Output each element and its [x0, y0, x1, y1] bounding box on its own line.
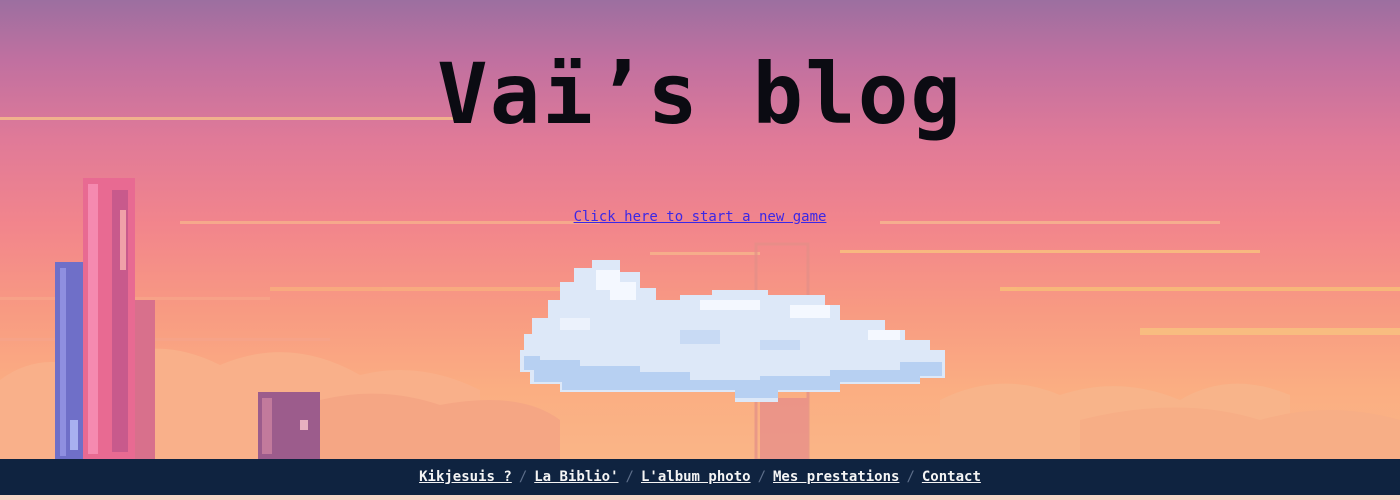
site-title: Vaï’s blog: [437, 45, 963, 143]
nav-separator-glyph: /: [518, 469, 528, 485]
nav-item-contact: Contact: [922, 469, 981, 485]
nav-item-album-photo: L'album photo: [641, 469, 751, 485]
nav-separator: /: [619, 469, 641, 485]
bottom-navbar: Kikjesuis ? / La Biblio' / L'album photo…: [0, 459, 1400, 495]
nav-link-la-biblio[interactable]: La Biblio': [534, 469, 618, 485]
start-game-wrapper: Click here to start a new game: [0, 208, 1400, 226]
nav-link-album-photo[interactable]: L'album photo: [641, 469, 751, 485]
nav-list: Kikjesuis ? / La Biblio' / L'album photo…: [419, 469, 981, 485]
page-bottom-strip: [0, 495, 1400, 500]
nav-link-kikjesuis[interactable]: Kikjesuis ?: [419, 469, 512, 485]
nav-item-la-biblio: La Biblio': [534, 469, 618, 485]
nav-separator-glyph: /: [906, 469, 915, 485]
nav-separator-glyph: /: [625, 469, 634, 485]
nav-separator: /: [512, 469, 534, 485]
nav-item-kikjesuis: Kikjesuis ?: [419, 469, 512, 485]
nav-separator: /: [899, 469, 921, 485]
nav-link-mes-prestations[interactable]: Mes prestations: [773, 469, 899, 485]
nav-item-mes-prestations: Mes prestations: [773, 469, 899, 485]
start-game-link[interactable]: Click here to start a new game: [574, 209, 827, 225]
nav-separator: /: [751, 469, 773, 485]
page: Vaï’s blog Click here to start a new gam…: [0, 0, 1400, 500]
nav-link-contact[interactable]: Contact: [922, 469, 981, 485]
nav-separator-glyph: /: [757, 469, 766, 485]
pixel-cloud: [520, 260, 945, 402]
